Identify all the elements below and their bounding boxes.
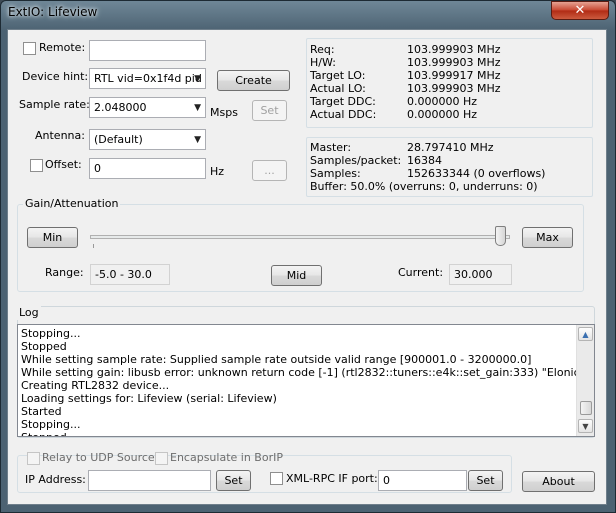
- samples-per-packet-value: 16384: [407, 154, 442, 167]
- sample-rate-value: 2.048000: [94, 101, 147, 114]
- offset-unit: Hz: [210, 165, 225, 178]
- window-title: ExtIO: Lifeview: [8, 5, 98, 19]
- log-line: Stopped: [21, 340, 67, 353]
- freq-info-value: 103.999917 MHz: [407, 69, 501, 82]
- scroll-up-icon[interactable]: ▲: [578, 327, 593, 341]
- log-line: While setting gain: libusb error: unknow…: [21, 366, 576, 379]
- samples-value: 152633344 (0 overflows): [407, 167, 546, 180]
- log-line: Loading settings for: Lifeview (serial: …: [21, 392, 277, 405]
- current-label: Current:: [398, 266, 444, 279]
- close-button[interactable]: ✕: [551, 1, 609, 20]
- xmlrpc-port-input[interactable]: 0: [378, 470, 467, 491]
- log-line: Creating RTL2832 device...: [21, 379, 170, 392]
- freq-info-value: 103.999903 MHz: [407, 82, 501, 95]
- scroll-down-icon[interactable]: ▼: [578, 419, 593, 433]
- scroll-thumb[interactable]: [580, 401, 592, 415]
- encapsulate-borip-checkbox[interactable]: [155, 452, 168, 465]
- range-value: -5.0 - 30.0: [90, 264, 170, 285]
- samples-per-packet-label: Samples/packet:: [310, 154, 402, 167]
- freq-info-value: 0.000000 Hz: [407, 95, 478, 108]
- log-line: While setting sample rate: Supplied samp…: [21, 353, 532, 366]
- log-textarea[interactable]: Stopping... Stopped While setting sample r…: [17, 324, 595, 437]
- freq-info-label: Req:: [310, 43, 335, 56]
- buffer-status: Buffer: 50.0% (overruns: 0, underruns: 0…: [310, 180, 538, 193]
- freq-info-label: Actual LO:: [310, 82, 366, 95]
- chevron-down-icon: ▼: [194, 74, 201, 84]
- master-value: 28.797410 MHz: [407, 141, 494, 154]
- offset-browse-button[interactable]: ...: [252, 160, 287, 181]
- freq-info-value: 103.999903 MHz: [407, 43, 501, 56]
- log-line: Stopping...: [21, 418, 81, 431]
- freq-info-label: Target DDC:: [310, 95, 376, 108]
- ip-set-button[interactable]: Set: [216, 470, 251, 491]
- chevron-down-icon: ▼: [194, 103, 201, 113]
- close-icon: ✕: [574, 3, 586, 18]
- gain-mid-button[interactable]: Mid: [271, 265, 322, 286]
- ip-address-input[interactable]: [88, 470, 211, 491]
- antenna-select[interactable]: (Default) ▼: [89, 129, 206, 150]
- slider-tick: [93, 244, 94, 248]
- encapsulate-borip-label: Encapsulate in BorIP: [170, 451, 283, 464]
- freq-info-label: Actual DDC:: [310, 108, 377, 121]
- client-area: Remote: Device hint: RTL vid=0x1f4d pid …: [7, 29, 607, 505]
- remote-label: Remote:: [39, 41, 86, 54]
- device-hint-label: Device hint:: [22, 70, 89, 83]
- chevron-down-icon: ▼: [194, 135, 201, 145]
- log-scrollbar[interactable]: ▲ ▼: [576, 325, 594, 436]
- freq-info-label: Target LO:: [310, 69, 366, 82]
- master-label: Master:: [310, 141, 352, 154]
- sample-rate-unit: Msps: [210, 106, 238, 119]
- relay-udp-label: Relay to UDP Source: [42, 451, 155, 464]
- log-lines: Stopping... Stopped While setting sample r…: [21, 327, 576, 436]
- log-group-title: Log: [17, 306, 41, 320]
- gain-max-button[interactable]: Max: [522, 227, 573, 248]
- sample-rate-set-button[interactable]: Set: [252, 100, 287, 121]
- freq-info-label: H/W:: [310, 56, 336, 69]
- remote-checkbox[interactable]: [23, 42, 36, 55]
- log-line: Stopping...: [21, 327, 81, 340]
- create-button[interactable]: Create: [217, 70, 290, 91]
- antenna-value: (Default): [94, 133, 143, 146]
- log-line: Started: [21, 405, 62, 418]
- about-button[interactable]: About: [522, 471, 595, 492]
- freq-info-value: 0.000000 Hz: [407, 108, 478, 121]
- xmlrpc-set-button[interactable]: Set: [468, 470, 503, 491]
- log-line: Stopped: [21, 431, 576, 436]
- current-value: 30.000: [449, 264, 512, 285]
- sample-rate-select[interactable]: 2.048000 ▼: [89, 97, 206, 118]
- gain-slider-track[interactable]: [90, 235, 510, 239]
- ip-address-label: IP Address:: [25, 473, 86, 486]
- title-bar[interactable]: ExtIO: Lifeview: [0, 0, 614, 26]
- device-hint-value: RTL vid=0x1f4d pid: [94, 72, 202, 85]
- range-label: Range:: [45, 266, 84, 279]
- samples-label: Samples:: [310, 167, 361, 180]
- offset-label: Offset:: [45, 158, 82, 171]
- gain-group-title: Gain/Attenuation: [23, 197, 121, 211]
- xmlrpc-checkbox[interactable]: [270, 472, 283, 485]
- freq-info-value: 103.999903 MHz: [407, 56, 501, 69]
- xmlrpc-label: XML-RPC IF port:: [286, 472, 378, 485]
- offset-input[interactable]: 0: [89, 158, 206, 179]
- antenna-label: Antenna:: [35, 129, 85, 142]
- gain-slider-thumb[interactable]: [495, 226, 506, 246]
- remote-input[interactable]: [89, 40, 206, 61]
- device-hint-select[interactable]: RTL vid=0x1f4d pid ▼: [89, 68, 206, 89]
- sample-rate-label: Sample rate:: [19, 98, 90, 111]
- relay-udp-checkbox[interactable]: [27, 452, 40, 465]
- offset-checkbox[interactable]: [30, 159, 43, 172]
- gain-min-button[interactable]: Min: [27, 227, 78, 248]
